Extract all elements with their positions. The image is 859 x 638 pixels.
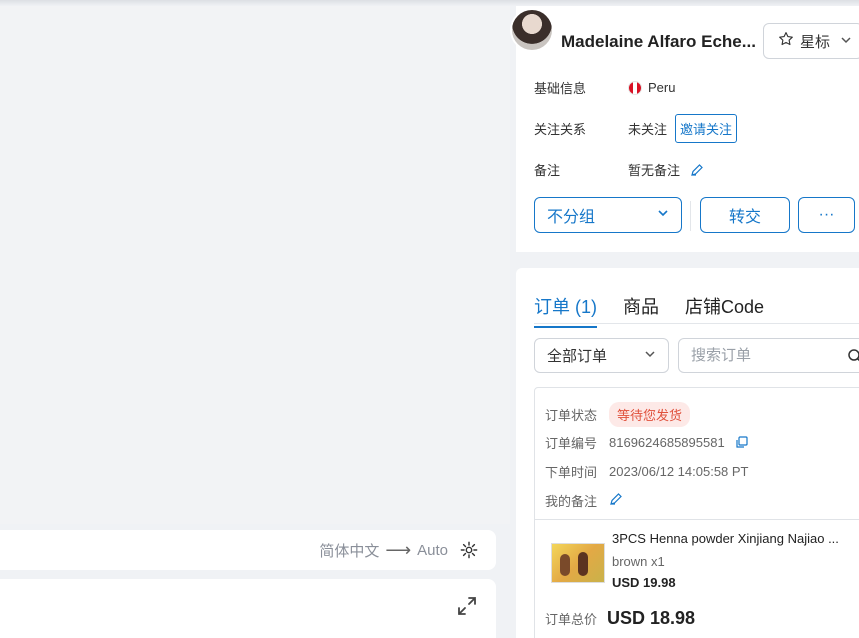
edit-icon[interactable]: [609, 492, 623, 509]
target-language[interactable]: Auto: [417, 542, 448, 559]
chat-messages-area: [0, 6, 510, 524]
basic-info-label: 基础信息: [534, 81, 587, 96]
order-total-label: 订单总价: [545, 612, 598, 627]
chevron-down-icon: [840, 34, 852, 49]
translate-bar: 简体中文 ⟶ Auto: [0, 530, 496, 570]
expand-icon[interactable]: [456, 595, 478, 617]
chevron-down-icon: [644, 347, 656, 364]
order-total-row: 订单总价 USD 18.98: [545, 608, 695, 629]
my-note-row: 我的备注: [545, 491, 623, 510]
note-value: 暂无备注: [628, 163, 681, 178]
orders-panel: 订单 (1) 商品 店铺Code 全部订单 订单状态 等待您发货 订单编号 81…: [516, 268, 859, 638]
product-variant: brown x1: [612, 554, 665, 569]
order-search: [678, 338, 859, 373]
follow-label: 关注关系: [534, 122, 587, 137]
order-status-select[interactable]: 全部订单: [534, 338, 669, 373]
star-button-label: 星标: [800, 33, 831, 51]
order-total-value: USD 18.98: [607, 608, 696, 628]
message-input-box[interactable]: [0, 579, 496, 638]
note-label: 备注: [534, 163, 561, 178]
search-icon[interactable]: [847, 348, 859, 364]
invite-follow-button[interactable]: 邀请关注: [675, 114, 738, 143]
star-icon: [778, 31, 794, 51]
avatar[interactable]: [510, 8, 554, 52]
order-status-row: 订单状态 等待您发货: [545, 402, 691, 427]
edit-icon[interactable]: [690, 163, 704, 177]
group-select[interactable]: 不分组: [534, 197, 682, 233]
order-search-input[interactable]: [691, 347, 831, 364]
status-badge: 等待您发货: [609, 402, 691, 427]
product-image[interactable]: [551, 543, 605, 583]
peru-flag-icon: [628, 80, 642, 95]
chevron-down-icon: [657, 206, 669, 224]
order-time-label: 下单时间: [545, 465, 598, 480]
more-button[interactable]: ···: [798, 197, 855, 233]
card-divider: [535, 519, 859, 520]
basic-info-row: 基础信息 Peru: [534, 78, 675, 97]
group-select-value: 不分组: [547, 209, 596, 226]
order-status-label: 订单状态: [545, 408, 598, 423]
order-number-row: 订单编号 8169624685895581: [545, 433, 748, 452]
arrow-right-icon: ⟶: [385, 539, 412, 560]
country-value: Peru: [648, 80, 676, 95]
order-number-label: 订单编号: [545, 436, 598, 451]
product-title[interactable]: 3PCS Henna powder Xinjiang Najiao ...: [612, 531, 859, 546]
product-price: USD 19.98: [612, 575, 676, 590]
star-button[interactable]: 星标: [763, 23, 859, 59]
gear-icon[interactable]: [460, 541, 478, 559]
divider: [690, 201, 691, 231]
source-language[interactable]: 简体中文: [319, 540, 379, 561]
order-time-row: 下单时间 2023/06/12 14:05:58 PT: [545, 462, 749, 481]
my-note-label: 我的备注: [545, 494, 598, 509]
customer-name: Madelaine Alfaro Eche...: [561, 32, 756, 51]
order-number-value: 8169624685895581: [609, 435, 725, 450]
order-time-value: 2023/06/12 14:05:58 PT: [609, 464, 749, 479]
copy-icon[interactable]: [735, 436, 748, 449]
order-card: 订单状态 等待您发货 订单编号 8169624685895581 下单时间 20…: [534, 387, 859, 638]
note-row: 备注 暂无备注: [534, 160, 704, 179]
tab-divider: [534, 323, 859, 324]
order-status-select-value: 全部订单: [547, 348, 608, 365]
follow-row: 关注关系 未关注 邀请关注: [534, 114, 738, 143]
follow-status: 未关注: [628, 122, 668, 137]
customer-profile-panel: Madelaine Alfaro Eche... 星标 基础信息 Peru 关注…: [510, 6, 859, 252]
transfer-button[interactable]: 转交: [700, 197, 790, 233]
